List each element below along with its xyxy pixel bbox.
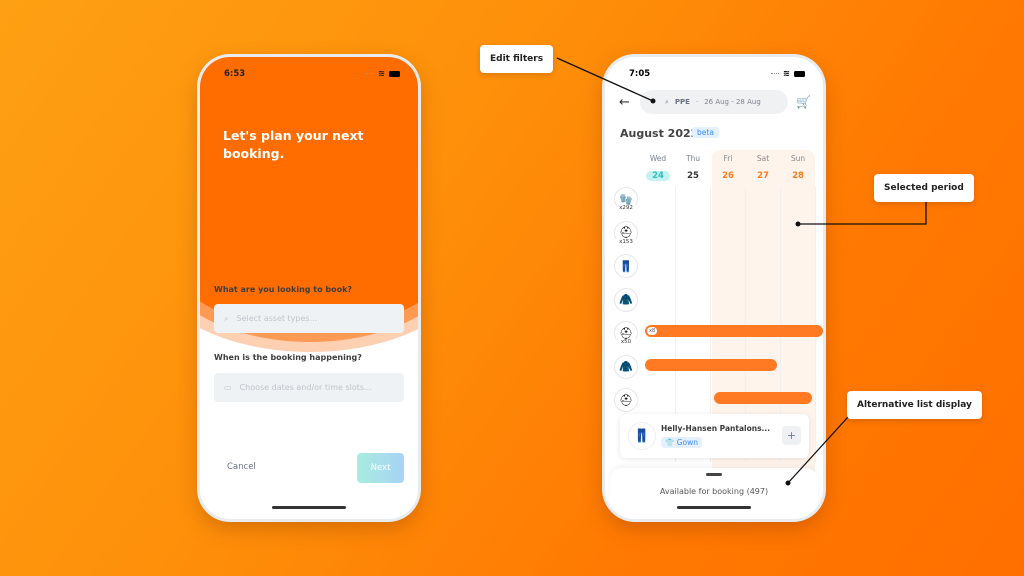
calendar-icon: ▭ (224, 383, 232, 392)
hi-vis-jacket-icon[interactable]: 🧥 (614, 287, 638, 312)
availability-bar[interactable] (645, 359, 777, 371)
wifi-icon: ≋ (377, 69, 385, 79)
asset-count: x153 (613, 238, 639, 245)
back-arrow-icon[interactable]: ← (619, 95, 630, 110)
status-time: 6:53 (224, 69, 246, 79)
cart-icon[interactable]: 🛒 (796, 95, 811, 109)
day-name: Fri (723, 154, 733, 163)
callout-edit-filters: Edit filters (480, 45, 554, 73)
asset-type-input[interactable]: ⌕ Select asset types... (214, 304, 404, 333)
day-date: 28 (792, 171, 804, 181)
day-column-thu[interactable]: Thu 25 (676, 154, 710, 182)
hero-title: Let's plan your next booking. (223, 128, 364, 161)
cancel-button[interactable]: Cancel (227, 462, 256, 472)
wifi-icon: ≋ (782, 69, 790, 79)
add-button[interactable]: + (782, 426, 801, 445)
date-question-label: When is the booking happening? (214, 353, 362, 362)
month-title: August 2022 (620, 127, 699, 140)
asset-list-card[interactable]: 👖 Helly-Hansen Pantalons... 👕 Gown + (620, 414, 809, 458)
day-column-wed[interactable]: Wed 24 (641, 154, 675, 182)
day-name: Sat (756, 154, 770, 163)
hi-vis-coat-icon[interactable]: 🧥 (614, 354, 638, 379)
day-date: 24 (646, 171, 670, 181)
day-column-sat[interactable]: Sat 27 (746, 154, 780, 182)
asset-count: x292 (613, 205, 639, 211)
search-icon: ⌕ (224, 313, 229, 323)
callout-lines (556, 57, 927, 486)
bottom-sheet[interactable]: Available for booking (497) (610, 468, 818, 519)
phone-booking-start: 6:53 ≋ Let's plan your next booking. Wha… (200, 57, 418, 519)
asset-count: x50 (613, 339, 639, 345)
availability-bar[interactable] (714, 392, 812, 404)
battery-icon (389, 71, 400, 77)
available-count: Available for booking (497) (659, 487, 769, 496)
overalls-icon: 👖 (628, 422, 656, 450)
filter-dates: 26 Aug - 28 Aug (704, 98, 761, 106)
asset-question-label: What are you looking to book? (214, 285, 353, 294)
hard-hat-light-icon[interactable]: ⛑ (614, 388, 638, 412)
day-date: 26 (722, 171, 734, 181)
date-placeholder: Choose dates and/or time slots... (239, 383, 372, 392)
filter-category: PPE (674, 98, 690, 106)
callout-alternative-list: Alternative list display (847, 391, 982, 419)
day-column-sun[interactable]: Sun 28 (781, 154, 815, 182)
shirt-icon: 👕 (665, 438, 677, 447)
home-indicator (272, 506, 346, 509)
bar-count-tag: x8 (647, 327, 658, 335)
beta-badge: beta (692, 127, 719, 138)
day-name: Sun (790, 154, 806, 163)
day-name: Wed (649, 154, 667, 163)
date-input[interactable]: ▭ Choose dates and/or time slots... (214, 373, 404, 402)
availability-bar[interactable]: x8 (645, 325, 823, 337)
day-column-fri[interactable]: Fri 26 (711, 154, 745, 182)
sheet-grab-handle[interactable] (706, 473, 722, 476)
next-button[interactable]: Next (357, 453, 404, 483)
filter-search-bar[interactable]: ⌕ PPE · 26 Aug - 28 Aug (640, 90, 788, 114)
asset-name: Helly-Hansen Pantalons... (661, 424, 771, 433)
status-time: 7:05 (629, 69, 651, 79)
phone-availability-calendar: 7:05 ≋ ← ⌕ PPE · 26 Aug - 28 Aug 🛒 Augus… (605, 57, 823, 519)
asset-type-placeholder: Select asset types... (236, 314, 318, 323)
callout-selected-period: Selected period (874, 174, 974, 202)
status-bar: 6:53 ≋ (200, 67, 418, 81)
day-name: Thu (685, 154, 701, 163)
home-indicator (677, 506, 751, 509)
status-bar: 7:05 ≋ (605, 67, 823, 81)
day-date: 27 (757, 171, 769, 181)
overalls-icon[interactable]: 👖 (614, 254, 638, 278)
battery-icon (794, 71, 805, 77)
search-icon: ⌕ (665, 97, 669, 106)
filter-separator: · (695, 98, 699, 106)
asset-tag: 👕 Gown (661, 437, 703, 448)
day-date: 25 (687, 171, 699, 181)
